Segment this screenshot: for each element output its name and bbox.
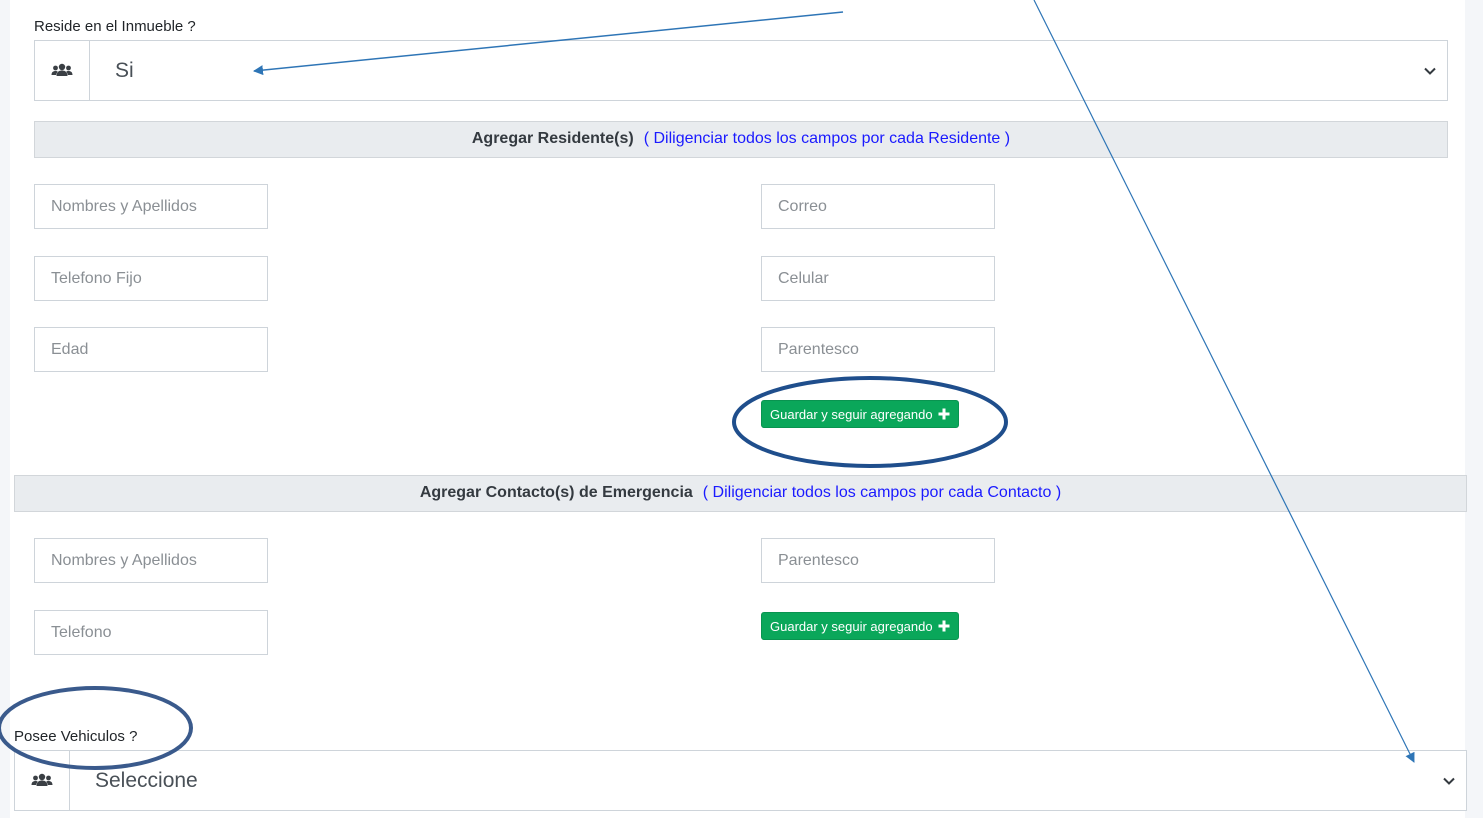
reside-select[interactable]: Si: [34, 40, 1448, 101]
users-icon: [31, 773, 53, 786]
users-icon: [51, 63, 73, 76]
plus-icon: [938, 620, 950, 632]
emergency-save-button-label: Guardar y seguir agregando: [770, 618, 933, 634]
vehiculos-selected-value: Seleccione: [95, 768, 198, 792]
residents-section-header: Agregar Residente(s) ( Diligenciar todos …: [34, 121, 1448, 158]
chevron-down-icon: [1424, 67, 1436, 75]
reside-addon: [35, 41, 90, 100]
emergency-parentesco-input[interactable]: [761, 538, 995, 583]
emergency-telefono-input[interactable]: [34, 610, 268, 655]
emergency-section-hint: ( Diligenciar todos los campos por cada …: [702, 484, 1062, 501]
vehiculos-select[interactable]: Seleccione: [14, 750, 1467, 811]
vehiculos-label: Posee Vehiculos ?: [14, 728, 138, 745]
resident-save-button-label: Guardar y seguir agregando: [770, 406, 933, 422]
reside-label: Reside en el Inmueble ?: [34, 18, 196, 35]
resident-parentesco-input[interactable]: [761, 327, 995, 372]
resident-telefono-fijo-input[interactable]: [34, 256, 268, 301]
resident-save-button[interactable]: Guardar y seguir agregando: [761, 400, 959, 428]
emergency-nombres-input[interactable]: [34, 538, 268, 583]
emergency-save-button[interactable]: Guardar y seguir agregando: [761, 612, 959, 640]
resident-edad-input[interactable]: [34, 327, 268, 372]
vehiculos-addon: [15, 751, 70, 810]
resident-nombres-input[interactable]: [34, 184, 268, 229]
reside-selected-value: Si: [115, 58, 134, 82]
emergency-section-header: Agregar Contacto(s) de Emergencia ( Dilig…: [14, 475, 1467, 512]
resident-correo-input[interactable]: [761, 184, 995, 229]
resident-celular-input[interactable]: [761, 256, 995, 301]
plus-icon: [938, 408, 950, 420]
residents-section-hint: ( Diligenciar todos los campos por cada …: [643, 130, 1011, 147]
residents-section-title: Agregar Residente(s): [471, 130, 634, 147]
emergency-section-title: Agregar Contacto(s) de Emergencia: [419, 484, 693, 501]
chevron-down-icon: [1443, 777, 1455, 785]
